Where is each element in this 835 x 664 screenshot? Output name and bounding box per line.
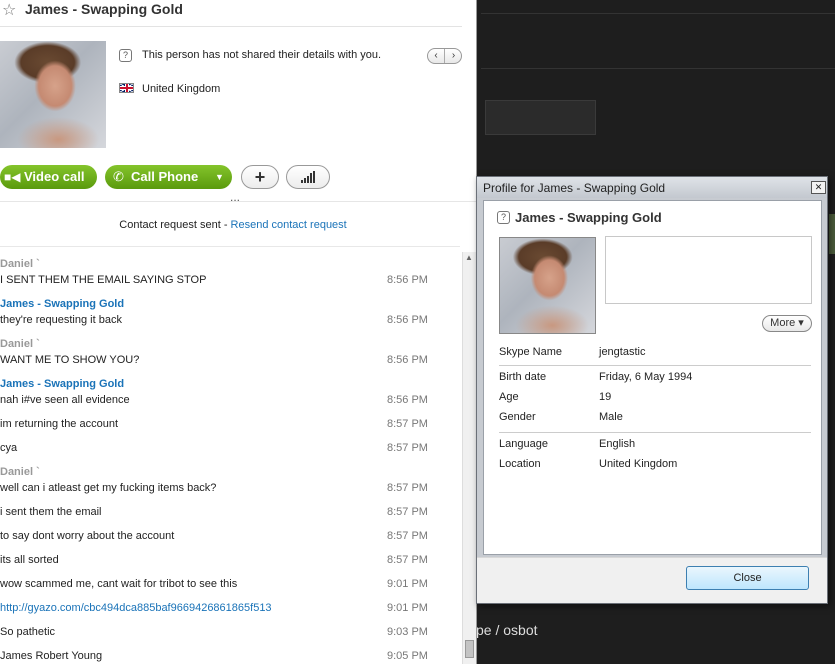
message-sender[interactable]: Daniel ` xyxy=(0,338,40,350)
background-divider xyxy=(481,68,835,69)
divider xyxy=(0,201,476,202)
message-timestamp: 8:57 PM xyxy=(387,418,428,430)
birth-date-label: Birth date xyxy=(499,371,547,383)
video-call-button[interactable]: ■◀ Video call xyxy=(0,165,97,189)
gender-value: Male xyxy=(599,411,623,423)
location-label: Location xyxy=(499,458,541,470)
dialog-footer: Close xyxy=(477,557,827,603)
signal-bars-icon xyxy=(301,171,317,183)
age-value: 19 xyxy=(599,391,612,403)
info-icon: ? xyxy=(497,211,510,224)
scrollbar[interactable]: ▲ xyxy=(462,252,476,664)
language-value: English xyxy=(599,438,636,450)
scroll-thumb[interactable] xyxy=(465,640,474,658)
skype-name-label: Skype Name xyxy=(499,346,562,358)
message-text: cya xyxy=(0,442,18,454)
call-phone-button[interactable]: ✆ Call Phone ▼ xyxy=(105,165,232,189)
message-timestamp: 8:56 PM xyxy=(387,354,428,366)
resend-request-link[interactable]: Resend contact request xyxy=(231,219,347,231)
chevron-down-icon: ▾ xyxy=(798,317,804,329)
phone-icon: ✆ xyxy=(113,169,124,184)
message-sender[interactable]: James - Swapping Gold xyxy=(0,298,124,310)
birth-date-value: Friday, 6 May 1994 xyxy=(599,371,693,383)
background-accent xyxy=(829,214,835,254)
chevron-right-icon[interactable]: › xyxy=(445,49,462,63)
message-timestamp: 9:05 PM xyxy=(387,650,428,662)
message-text: I SENT THEM THE EMAIL SAYING STOP xyxy=(0,274,207,286)
more-label: More xyxy=(770,317,796,329)
video-call-label: Video call xyxy=(24,169,85,184)
mood-message-box xyxy=(605,236,812,304)
divider xyxy=(499,365,811,366)
location-value: United Kingdom xyxy=(599,458,678,470)
profile-pager: ‹ › xyxy=(427,48,462,64)
divider xyxy=(499,432,811,433)
chevron-left-icon[interactable]: ‹ xyxy=(428,49,445,63)
add-people-button[interactable]: + xyxy=(241,165,279,189)
info-icon: ? xyxy=(119,49,132,62)
message-sender[interactable]: Daniel ` xyxy=(0,466,40,478)
message-sender[interactable]: James - Swapping Gold xyxy=(0,378,124,390)
message-text: im returning the account xyxy=(0,418,119,430)
message-timestamp: 9:03 PM xyxy=(387,626,428,638)
call-phone-label: Call Phone xyxy=(131,169,199,184)
message-timestamp: 9:01 PM xyxy=(387,578,428,590)
divider xyxy=(0,246,460,247)
video-camera-icon: ■◀ xyxy=(4,170,21,184)
contact-request-notice: Contact request sent - Resend contact re… xyxy=(0,219,466,231)
age-label: Age xyxy=(499,391,519,403)
chat-title: James - Swapping Gold xyxy=(25,1,183,17)
more-button[interactable]: More ▾ xyxy=(762,315,812,332)
chevron-down-icon[interactable]: ▼ xyxy=(215,165,224,189)
dialog-title: Profile for James - Swapping Gold xyxy=(483,181,666,195)
message-timestamp: 8:56 PM xyxy=(387,314,428,326)
message-text: i sent them the email xyxy=(0,506,102,518)
message-text: nah i#ve seen all evidence xyxy=(0,394,130,406)
profile-dialog: Profile for James - Swapping Gold ✕ ? Ja… xyxy=(476,176,828,604)
message-text: wow scammed me, cant wait for tribot to … xyxy=(0,578,238,590)
message-text: to say dont worry about the account xyxy=(0,530,175,542)
background-text: pe / osbot xyxy=(476,622,538,638)
profile-info-text: This person has not shared their details… xyxy=(142,49,382,61)
profile-location: United Kingdom xyxy=(142,83,221,95)
message-text: they're requesting it back xyxy=(0,314,122,326)
message-text: So pathetic xyxy=(0,626,56,638)
star-icon[interactable]: ☆ xyxy=(2,0,16,20)
skype-name-value: jengtastic xyxy=(599,346,646,358)
avatar[interactable] xyxy=(0,41,106,148)
message-timestamp: 8:57 PM xyxy=(387,554,428,566)
background-panel xyxy=(485,100,596,135)
background-divider xyxy=(481,13,835,14)
message-link[interactable]: http://gyazo.com/cbc494dca885baf96694268… xyxy=(0,602,272,614)
message-sender[interactable]: Daniel ` xyxy=(0,258,40,270)
chat-window: ☆ James - Swapping Gold ? This person ha… xyxy=(0,0,477,664)
message-timestamp: 8:57 PM xyxy=(387,482,428,494)
message-timestamp: 8:57 PM xyxy=(387,442,428,454)
dialog-titlebar[interactable]: Profile for James - Swapping Gold ✕ xyxy=(477,177,827,198)
call-quality-button[interactable] xyxy=(286,165,330,189)
message-timestamp: 8:56 PM xyxy=(387,274,428,286)
message-text: WANT ME TO SHOW YOU? xyxy=(0,354,140,366)
contact-request-text: Contact request sent - xyxy=(119,219,231,231)
scroll-up-icon[interactable]: ▲ xyxy=(465,253,473,262)
uk-flag-icon xyxy=(119,83,134,93)
message-list: Daniel ` I SENT THEM THE EMAIL SAYING STO… xyxy=(0,252,462,664)
profile-avatar xyxy=(499,237,596,334)
divider xyxy=(0,26,462,27)
dialog-body: ? James - Swapping Gold More ▾ Skype Nam… xyxy=(483,200,822,555)
message-text: its all sorted xyxy=(0,554,59,566)
plus-icon: + xyxy=(254,167,266,187)
close-button[interactable]: Close xyxy=(686,566,809,590)
close-icon[interactable]: ✕ xyxy=(811,181,826,194)
message-timestamp: 8:57 PM xyxy=(387,530,428,542)
message-text: James Robert Young xyxy=(0,650,103,662)
profile-name: James - Swapping Gold xyxy=(515,210,662,225)
language-label: Language xyxy=(499,438,548,450)
message-text: well can i atleast get my fucking items … xyxy=(0,482,217,494)
message-timestamp: 8:57 PM xyxy=(387,506,428,518)
message-timestamp: 8:56 PM xyxy=(387,394,428,406)
gender-label: Gender xyxy=(499,411,536,423)
message-timestamp: 9:01 PM xyxy=(387,602,428,614)
chat-header: ☆ James - Swapping Gold xyxy=(0,0,476,22)
